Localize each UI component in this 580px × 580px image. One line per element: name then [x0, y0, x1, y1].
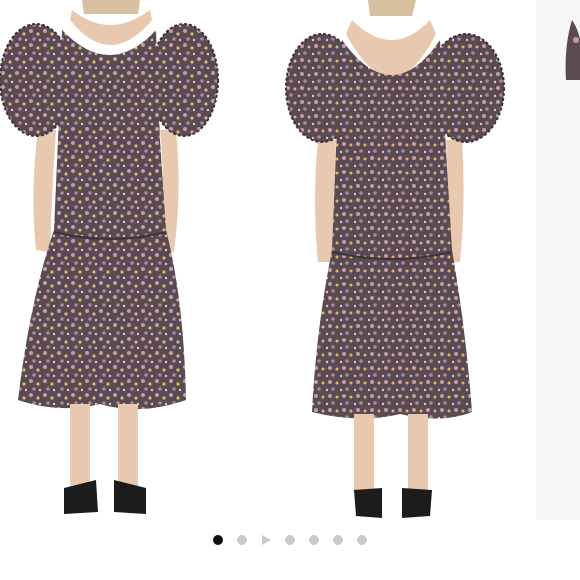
carousel-pagination: [0, 520, 580, 560]
pagination-dot-active[interactable]: [213, 535, 223, 545]
pagination-dot[interactable]: [357, 535, 367, 545]
pagination-dot[interactable]: [309, 535, 319, 545]
pagination-dot[interactable]: [333, 535, 343, 545]
product-image-carousel[interactable]: [0, 0, 580, 520]
product-photo-partial[interactable]: [536, 0, 580, 520]
pagination-dot[interactable]: [285, 535, 295, 545]
product-photo-front[interactable]: [0, 0, 270, 520]
play-icon[interactable]: [262, 535, 271, 545]
product-photo-back[interactable]: [270, 0, 532, 520]
pagination-dot[interactable]: [237, 535, 247, 545]
pagination-track: [213, 534, 373, 546]
